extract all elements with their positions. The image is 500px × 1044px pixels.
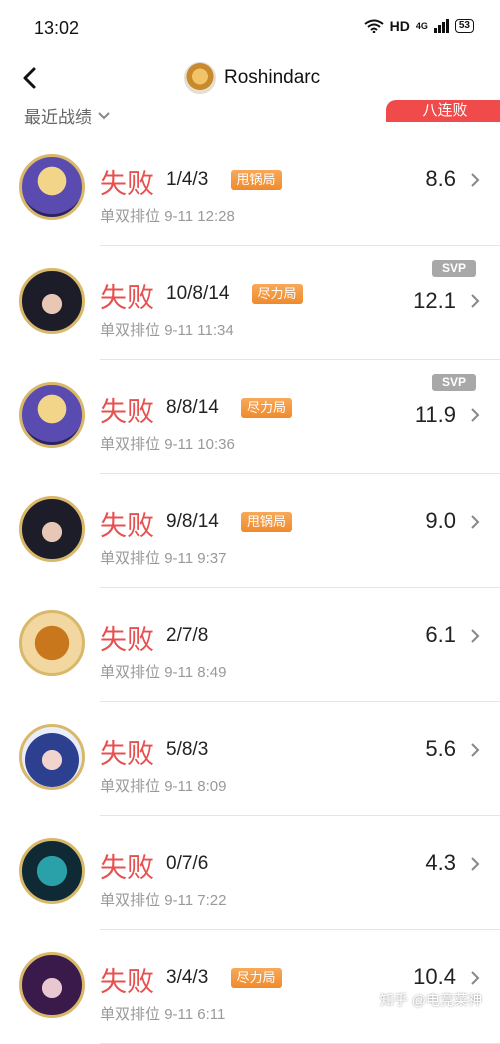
match-meta: 单双排位 9-11 7:22 [100,889,226,910]
match-tag: 尽力局 [251,284,303,304]
recent-label: 最近战绩 [24,108,92,127]
hero-avatar [19,838,85,904]
chevron-left-icon[interactable] [16,64,44,92]
match-row[interactable]: 失败 2/7/8 单双排位 9-11 8:49 6.1 [0,588,500,702]
hero-avatar [19,496,85,562]
page-title: Roshindarc [224,67,321,88]
match-row[interactable]: 失败 5/8/3 单双排位 9-11 8:09 5.6 [0,702,500,816]
match-kda: 9/8/14 [166,511,219,532]
hero-avatar [19,268,85,334]
match-meta: 单双排位 9-11 9:37 [100,547,226,568]
match-score: 11.9 [414,402,456,427]
match-row[interactable]: 失败 9/8/14 甩锅局 单双排位 9-11 9:37 9.0 [0,474,500,588]
match-score: 8.6 [425,166,456,191]
match-meta: 单双排位 9-11 8:49 [100,661,226,682]
match-tag: 尽力局 [241,398,293,418]
match-mode: 单双排位 [100,436,161,453]
chevron-right-icon [471,743,480,757]
match-mode: 单双排位 [100,550,161,567]
match-result: 失败 [100,853,154,883]
status-time: 13:02 [34,18,80,38]
match-mode: 单双排位 [100,322,161,339]
match-result: 失败 [100,967,154,997]
match-score: 4.3 [425,850,456,875]
status-bar: 13:02 HD 4G 53 [0,0,500,58]
wifi-icon [364,19,384,33]
match-time: 9-11 8:09 [164,778,227,795]
match-score: 12.1 [413,288,456,313]
match-meta: 单双排位 9-11 8:09 [100,775,226,796]
match-result: 失败 [100,625,154,655]
match-row[interactable]: 失败 0/7/6 单双排位 9-11 7:22 4.3 [0,816,500,930]
status-icons: HD 4G 53 [364,18,474,34]
match-row[interactable]: 失败 8/8/14 尽力局 单双排位 9-11 10:36 SVP 11.9 [0,360,500,474]
hero-avatar [19,382,85,448]
match-kda: 8/8/14 [166,397,219,418]
recent-matches-header: 最近战绩 八连败 [0,98,500,132]
profile-title: Roshindarc [184,62,320,94]
match-score: 9.0 [425,508,456,533]
hd-indicator: HD [389,18,410,34]
watermark: 知乎 @电竞菜神 [379,992,482,1008]
chevron-right-icon [471,629,480,643]
match-kda: 0/7/6 [166,853,209,874]
match-tag: 甩锅局 [230,170,282,190]
battery-icon: 53 [454,19,474,33]
match-mode: 单双排位 [100,1006,161,1023]
match-tag: 甩锅局 [241,512,293,532]
match-kda: 2/7/8 [166,625,209,646]
match-time: 9-11 12:28 [164,208,235,225]
match-row[interactable]: 失败 10/8/14 尽力局 单双排位 9-11 11:34 SVP 12.1 [0,246,500,360]
match-mode: 单双排位 [100,664,161,681]
match-result: 失败 [100,397,154,427]
match-time: 9-11 8:49 [164,664,227,681]
match-kda: 10/8/14 [166,283,230,304]
streak-badge: 八连败 [386,100,500,122]
match-kda: 3/4/3 [166,967,209,988]
chevron-right-icon [471,515,480,529]
match-meta: 单双排位 9-11 6:11 [100,1003,225,1024]
match-result: 失败 [100,739,154,769]
match-kda: 1/4/3 [166,169,209,190]
signal-label: 4G [415,21,428,31]
match-row[interactable]: 失败 1/4/3 甩锅局单双排位 9-11 12:28 8.6 [0,132,500,246]
match-row[interactable]: 失败 3/4/3 尽力局 单双排位 9-11 6:11 10.4 [0,930,500,1044]
match-meta: 单双排位 9-11 10:36 [100,433,235,454]
match-score: 6.1 [425,622,456,647]
signal-icon [433,19,449,33]
recent-filter[interactable]: 最近战绩 [24,103,110,128]
match-result: 失败 [100,511,154,541]
chevron-right-icon [471,173,480,187]
match-result: 失败 [100,283,154,313]
chevron-right-icon [471,857,480,871]
match-time: 9-11 9:37 [164,550,227,567]
match-time: 9-11 11:34 [164,322,234,339]
chevron-right-icon [471,294,480,308]
svp-badge: SVP [432,374,476,391]
chevron-right-icon [471,971,480,985]
match-time: 9-11 10:36 [164,436,235,453]
match-meta: 单双排位 9-11 11:34 [100,319,234,340]
match-mode: 单双排位 [100,892,161,909]
svp-badge: SVP [432,260,476,277]
chevron-right-icon [471,408,480,422]
hero-avatar [19,610,85,676]
match-score: 5.6 [425,736,456,761]
match-time: 9-11 7:22 [164,892,227,909]
chevron-down-icon [98,111,110,119]
match-mode: 单双排位 [100,208,161,225]
match-time: 9-11 6:11 [164,1006,226,1023]
match-result: 失败 [100,169,154,199]
match-score: 10.4 [413,964,456,989]
match-meta: 单双排位 9-11 12:28 [100,205,235,226]
hero-avatar [19,154,85,220]
header: Roshindarc [0,58,500,98]
match-kda: 5/8/3 [166,739,209,760]
match-mode: 单双排位 [100,778,161,795]
avatar[interactable] [184,62,216,94]
hero-avatar [19,952,85,1018]
match-tag: 尽力局 [230,968,282,988]
hero-avatar [19,724,85,790]
